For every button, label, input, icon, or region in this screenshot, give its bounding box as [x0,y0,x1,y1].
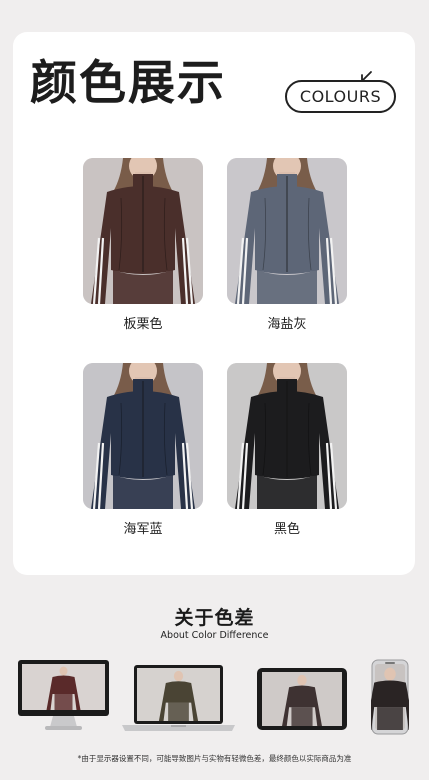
jacket-image [227,363,347,509]
color-difference-note: *由于显示器设置不同，可能导致图片与实物有轻微色差，最终颜色以实际商品为准 [77,754,352,763]
jacket-image [83,363,203,509]
section-subtitle: About Color Difference [160,630,269,641]
color-swatch-black[interactable] [227,363,347,509]
section-title: 关于色差 [174,607,255,629]
page-title: 颜色展示 [30,56,226,111]
color-label-navy: 海军蓝 [123,522,163,537]
color-label-black: 黑色 [273,522,300,537]
color-label-chestnut: 板栗色 [123,317,163,332]
jacket-image [227,158,347,304]
laptop-device [122,665,235,731]
colours-badge: COLOURS [285,80,396,113]
color-swatch-chestnut[interactable] [83,158,203,304]
phone-device [371,659,409,735]
imac-device [18,660,109,730]
tablet-device [257,668,347,730]
jacket-image [83,158,203,304]
color-swatch-navy[interactable] [83,363,203,509]
color-label-sea-salt-grey: 海盐灰 [267,317,307,332]
color-display-card [13,32,415,575]
color-swatch-sea-salt-grey[interactable] [227,158,347,304]
